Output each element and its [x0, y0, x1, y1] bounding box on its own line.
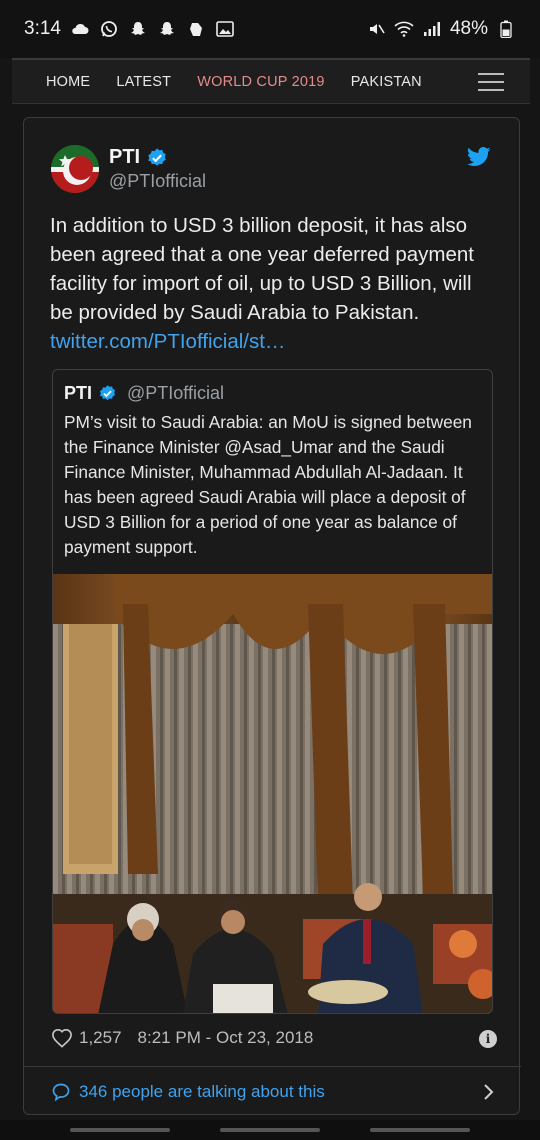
- tweet-link[interactable]: twitter.com/PTIofficial/st…: [50, 327, 500, 356]
- tweet-author: PTI: [109, 146, 168, 169]
- status-left: 3:14: [24, 18, 235, 40]
- twitter-bird-icon[interactable]: [467, 146, 491, 168]
- game-icon: [186, 19, 206, 39]
- tweet-meta: 1,257 8:21 PM - Oct 23, 2018: [51, 1028, 313, 1048]
- snapchat-icon: [157, 19, 177, 39]
- divider: [24, 1066, 521, 1067]
- avatar[interactable]: [51, 145, 99, 193]
- quoted-author: PTI @PTIofficial: [64, 383, 224, 404]
- conversation-link[interactable]: 346 people are talking about this: [51, 1078, 494, 1106]
- quoted-tweet-text: PM’s visit to Saudi Arabia: an MoU is si…: [64, 412, 472, 557]
- status-right: 48%: [366, 18, 516, 40]
- system-navigation-bar: [0, 1120, 540, 1140]
- quoted-author-handle: @PTIofficial: [127, 383, 224, 403]
- verified-icon: [99, 385, 116, 401]
- battery-icon: [496, 19, 516, 39]
- snapchat-icon: [128, 19, 148, 39]
- nav-gesture-home[interactable]: [220, 1128, 320, 1132]
- nav-item-home[interactable]: HOME: [46, 74, 90, 90]
- author-handle[interactable]: @PTIofficial: [109, 171, 206, 192]
- signal-icon: [422, 19, 442, 39]
- conversation-count: 346 people are talking about this: [79, 1082, 325, 1101]
- tweet-timestamp[interactable]: 8:21 PM - Oct 23, 2018: [138, 1028, 314, 1048]
- like-count: 1,257: [79, 1028, 122, 1047]
- whatsapp-icon: [99, 19, 119, 39]
- quoted-author-name: PTI: [64, 383, 93, 403]
- speech-bubble-icon: [52, 1083, 70, 1102]
- chevron-right-icon: [484, 1084, 494, 1100]
- nav-item-pakistan[interactable]: PAKISTAN: [351, 74, 422, 90]
- author-name[interactable]: PTI: [109, 146, 140, 169]
- top-nav: HOME LATEST WORLD CUP 2019 PAKISTAN: [12, 58, 530, 104]
- nav-item-world-cup-2019[interactable]: WORLD CUP 2019: [197, 74, 324, 90]
- tweet-body: In addition to USD 3 billion deposit, it…: [50, 211, 500, 356]
- image-icon: [215, 19, 235, 39]
- heart-icon[interactable]: [51, 1028, 73, 1048]
- nav-gesture-back[interactable]: [70, 1128, 170, 1132]
- verified-icon: [148, 147, 166, 166]
- menu-icon[interactable]: [478, 73, 504, 91]
- quoted-tweet-photo[interactable]: [53, 574, 493, 1014]
- battery-percent: 48%: [449, 18, 488, 39]
- cloud-icon: [70, 19, 90, 39]
- status-time: 3:14: [24, 18, 61, 39]
- mute-icon: [366, 19, 386, 39]
- nav-item-latest[interactable]: LATEST: [116, 74, 171, 90]
- embedded-tweet: PTI @PTIofficial In addition to USD 3 bi…: [23, 117, 521, 1115]
- status-bar: 3:14 48%: [0, 0, 540, 58]
- tweet-text: In addition to USD 3 billion deposit, it…: [50, 214, 474, 324]
- info-icon[interactable]: i: [479, 1030, 497, 1048]
- quoted-tweet[interactable]: PTI @PTIofficial PM’s visit to Saudi Ara…: [52, 369, 493, 1014]
- nav-gesture-recents[interactable]: [370, 1128, 470, 1132]
- wifi-icon: [394, 19, 414, 39]
